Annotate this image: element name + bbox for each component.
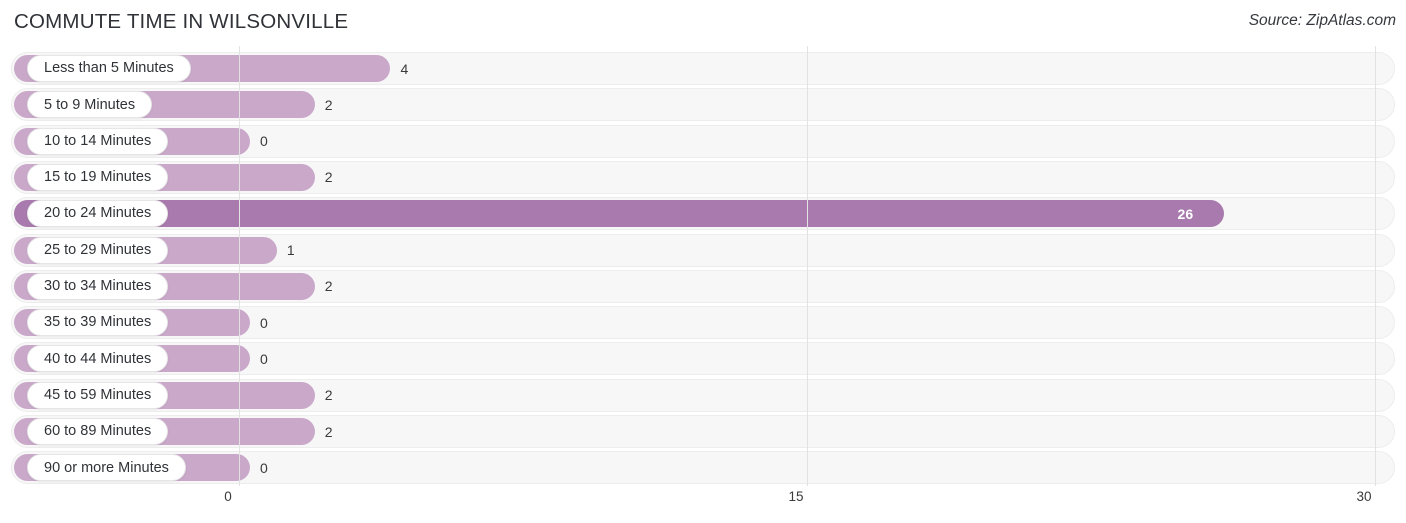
- bar-row[interactable]: 35 to 39 Minutes 0: [0, 306, 1406, 340]
- bar-value-label: 2: [324, 278, 333, 295]
- bar-category-label-pill: 5 to 9 Minutes: [27, 91, 153, 119]
- bar-value-label: 2: [324, 423, 333, 440]
- bar-value-label: 2: [324, 96, 333, 113]
- chart-plot-area: Less than 5 Minutes 4 5 to 9 Minutes 2 10 to…: [0, 46, 1406, 486]
- bar-category-label: 60 to 89 Minutes: [44, 423, 152, 440]
- bar-value-label: 2: [324, 387, 333, 404]
- bar-category-label: 45 to 59 Minutes: [44, 386, 152, 403]
- bar-category-label: Less than 5 Minutes: [44, 60, 174, 77]
- bar-category-label-pill: 10 to 14 Minutes: [27, 127, 169, 155]
- bar-value-label: 0: [260, 459, 268, 476]
- bar-row[interactable]: 25 to 29 Minutes 1: [0, 233, 1406, 267]
- source-attribution: Source: ZipAtlas.com: [1248, 12, 1396, 29]
- bar-value-label: 4: [400, 60, 409, 77]
- bar-row[interactable]: 15 to 19 Minutes 2: [0, 160, 1406, 194]
- bar-row[interactable]: 40 to 44 Minutes 0: [0, 342, 1406, 376]
- chart-header: COMMUTE TIME IN WILSONVILLE Source: ZipA…: [0, 0, 1406, 46]
- bar-category-label-pill: 15 to 19 Minutes: [27, 163, 169, 191]
- bar-row[interactable]: 10 to 14 Minutes 0: [0, 124, 1406, 158]
- bar-category-label: 90 or more Minutes: [44, 459, 169, 476]
- bar-row[interactable]: Less than 5 Minutes 4: [0, 52, 1406, 85]
- bar-category-label-pill: 90 or more Minutes: [27, 454, 186, 482]
- bar-category-label-pill: 35 to 39 Minutes: [27, 309, 169, 337]
- bar-category-label-pill: 60 to 89 Minutes: [27, 418, 169, 445]
- bar-value-label: 26: [1177, 205, 1194, 222]
- bar-category-label: 40 to 44 Minutes: [44, 350, 152, 367]
- x-axis-tick-label: 30: [1356, 489, 1372, 504]
- bar-category-label: 15 to 19 Minutes: [44, 169, 152, 186]
- bar-row[interactable]: 5 to 9 Minutes 2: [0, 88, 1406, 122]
- bar-value-label: 0: [260, 133, 268, 150]
- x-axis: 0 15 30: [0, 486, 1406, 523]
- bar-category-label: 20 to 24 Minutes: [44, 205, 152, 222]
- bar-row[interactable]: 30 to 34 Minutes 2: [0, 269, 1406, 303]
- bar-category-label-pill: 25 to 29 Minutes: [27, 236, 169, 264]
- bar-row[interactable]: 60 to 89 Minutes 2: [0, 415, 1406, 448]
- bar-category-label-pill: 30 to 34 Minutes: [27, 272, 169, 300]
- bar-row[interactable]: 45 to 59 Minutes 2: [0, 378, 1406, 412]
- bar-value-label: 0: [260, 350, 268, 367]
- bar-row[interactable]: 90 or more Minutes 0: [0, 451, 1406, 485]
- bar-row[interactable]: 20 to 24 Minutes 26: [0, 197, 1406, 231]
- bar-category-label-pill: Less than 5 Minutes: [27, 55, 191, 82]
- bar-value-label: 0: [260, 314, 268, 331]
- bar-category-label: 10 to 14 Minutes: [44, 132, 152, 149]
- bar-category-label: 35 to 39 Minutes: [44, 314, 152, 331]
- bar-value-label: 2: [324, 169, 333, 186]
- bar-category-label-pill: 20 to 24 Minutes: [27, 200, 169, 228]
- bar-category-label: 30 to 34 Minutes: [44, 278, 152, 295]
- bar-value-label: 1: [286, 242, 295, 258]
- bar-category-label-pill: 40 to 44 Minutes: [27, 345, 169, 373]
- x-axis-tick-label: 0: [224, 489, 232, 504]
- bar[interactable]: [14, 200, 1224, 228]
- bar-category-label: 25 to 29 Minutes: [44, 241, 152, 258]
- bar-category-label-pill: 45 to 59 Minutes: [27, 381, 169, 409]
- bar-category-label: 5 to 9 Minutes: [44, 96, 136, 113]
- x-axis-tick-label: 15: [788, 489, 804, 504]
- page-title: COMMUTE TIME IN WILSONVILLE: [14, 10, 349, 33]
